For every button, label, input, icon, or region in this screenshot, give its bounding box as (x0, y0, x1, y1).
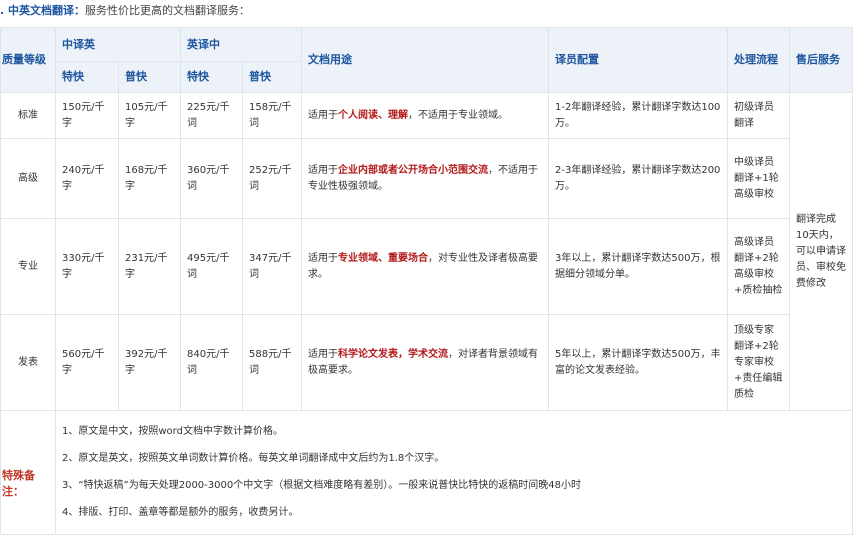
usage-highlight: 专业领域 (338, 252, 378, 264)
price-en-express: 495元/千词 (180, 218, 243, 315)
header-usage: 文档用途 (301, 27, 549, 93)
usage-cell: 适用于个人阅读、理解，不适用于专业领域。 (301, 92, 549, 139)
heading-title: . 中英文档翻译： (0, 4, 86, 17)
price-en-express: 360元/千词 (180, 138, 243, 219)
usage-highlight: 企业内部或者公开场合小范围交流 (338, 164, 488, 176)
row-level: 发表 (0, 314, 56, 411)
special-notes: 1、原文是中文，按照word文档中字数计算价格。 2、原文是英文，按照英文单词数… (55, 410, 853, 535)
row-level: 标准 (0, 92, 56, 139)
table-row: 标准 150元/千字 105元/千字 225元/千词 158元/千词 适用于个人… (0, 92, 853, 411)
table-row: 专业 330元/千字 231元/千字 495元/千词 347元/千词 适用于专业… (0, 218, 853, 315)
row-level: 高级 (0, 138, 56, 219)
usage-text: 适用于 (308, 164, 338, 176)
process-flow: 中级译员翻译+1轮高级审校 (727, 138, 790, 219)
header-quality: 质量等级 (0, 27, 56, 93)
process-flow: 高级译员翻译+2轮高级审校+质检抽检 (727, 218, 790, 315)
usage-separator: ， (398, 348, 408, 360)
price-en-normal: 252元/千词 (242, 138, 302, 219)
translator-config: 1-2年翻译经验，累计翻译字数达100万。 (548, 92, 728, 139)
usage-text: 适用于 (308, 109, 338, 121)
header-en-express: 特快 (180, 61, 243, 93)
price-en-normal: 158元/千词 (242, 92, 302, 139)
translator-config: 2-3年翻译经验，累计翻译字数达200万。 (548, 138, 728, 219)
page-heading: . 中英文档翻译：服务性价比更高的文档翻译服务： (0, 3, 250, 19)
table-row: 高级 240元/千字 168元/千字 360元/千词 252元/千词 适用于企业… (0, 138, 853, 219)
usage-text: 适用于 (308, 252, 338, 264)
header-zh-en: 中译英 (55, 27, 181, 62)
note-item: 2、原文是英文，按照英文单词数计算价格。每英文单词翻译成中文后约为1.8个汉字。 (62, 453, 445, 464)
price-en-express: 840元/千词 (180, 314, 243, 411)
special-notes-label: 特殊备注： (0, 410, 56, 535)
heading-subtitle: 服务性价比更高的文档翻译服务： (85, 4, 251, 17)
header-process: 处理流程 (727, 27, 790, 93)
usage-text: 适用于 (308, 348, 338, 360)
after-sales-service: 翻译完成10天内，可以申请译员、审校免费修改 (789, 92, 853, 411)
usage-separator: 、 (378, 109, 388, 121)
usage-highlight: 个人阅读 (338, 109, 378, 121)
header-row-top: 质量等级 中译英 英译中 文档用途 译员配置 处理流程 售后服务 (0, 27, 853, 93)
price-zh-normal: 168元/千字 (118, 138, 181, 219)
note-item: 4、排版、打印、盖章等都是额外的服务，收费另计。 (62, 507, 299, 518)
usage-cell: 适用于科学论文发表，学术交流，对译者背景领域有极高要求。 (301, 314, 549, 411)
price-zh-normal: 231元/千字 (118, 218, 181, 315)
header-en-normal: 普快 (242, 61, 302, 93)
process-flow: 顶级专家翻译+2轮专家审校+责任编辑质检 (727, 314, 790, 411)
price-en-normal: 347元/千词 (242, 218, 302, 315)
header-translator: 译员配置 (548, 27, 728, 93)
table-row: 发表 560元/千字 392元/千字 840元/千词 588元/千词 适用于科学… (0, 314, 853, 411)
usage-text: ，不适用于专业领域。 (408, 109, 508, 121)
price-en-normal: 588元/千词 (242, 314, 302, 411)
usage-highlight: 学术交流 (408, 348, 448, 360)
pricing-table: 质量等级 中译英 英译中 文档用途 译员配置 处理流程 售后服务 特快 普快 特… (0, 27, 853, 535)
usage-cell: 适用于专业领域、重要场合，对专业性及译者极高要求。 (301, 218, 549, 315)
price-en-express: 225元/千词 (180, 92, 243, 139)
row-level: 专业 (0, 218, 56, 315)
usage-separator: 、 (378, 252, 388, 264)
header-after-sales: 售后服务 (789, 27, 853, 93)
translator-config: 3年以上，累计翻译字数达500万，根据细分领域分单。 (548, 218, 728, 315)
price-zh-express: 560元/千字 (55, 314, 119, 411)
price-zh-express: 240元/千字 (55, 138, 119, 219)
usage-highlight: 科学论文发表 (338, 348, 398, 360)
header-zh-express: 特快 (55, 61, 119, 93)
usage-cell: 适用于企业内部或者公开场合小范围交流，不适用于专业性极强领域。 (301, 138, 549, 219)
header-zh-normal: 普快 (118, 61, 181, 93)
note-item: 3、“特快返稿”为每天处理2000-3000个中文字（根据文档难度略有差别）。一… (62, 480, 581, 491)
header-en-zh: 英译中 (180, 27, 302, 62)
price-zh-normal: 392元/千字 (118, 314, 181, 411)
price-zh-normal: 105元/千字 (118, 92, 181, 139)
usage-highlight: 理解 (388, 109, 408, 121)
usage-highlight: 重要场合 (388, 252, 428, 264)
translator-config: 5年以上，累计翻译字数达500万，丰富的论文发表经验。 (548, 314, 728, 411)
special-notes-row: 特殊备注： 1、原文是中文，按照word文档中字数计算价格。 2、原文是英文，按… (0, 410, 853, 535)
note-item: 1、原文是中文，按照word文档中字数计算价格。 (62, 426, 283, 437)
price-zh-express: 330元/千字 (55, 218, 119, 315)
process-flow: 初级译员翻译 (727, 92, 790, 139)
price-zh-express: 150元/千字 (55, 92, 119, 139)
